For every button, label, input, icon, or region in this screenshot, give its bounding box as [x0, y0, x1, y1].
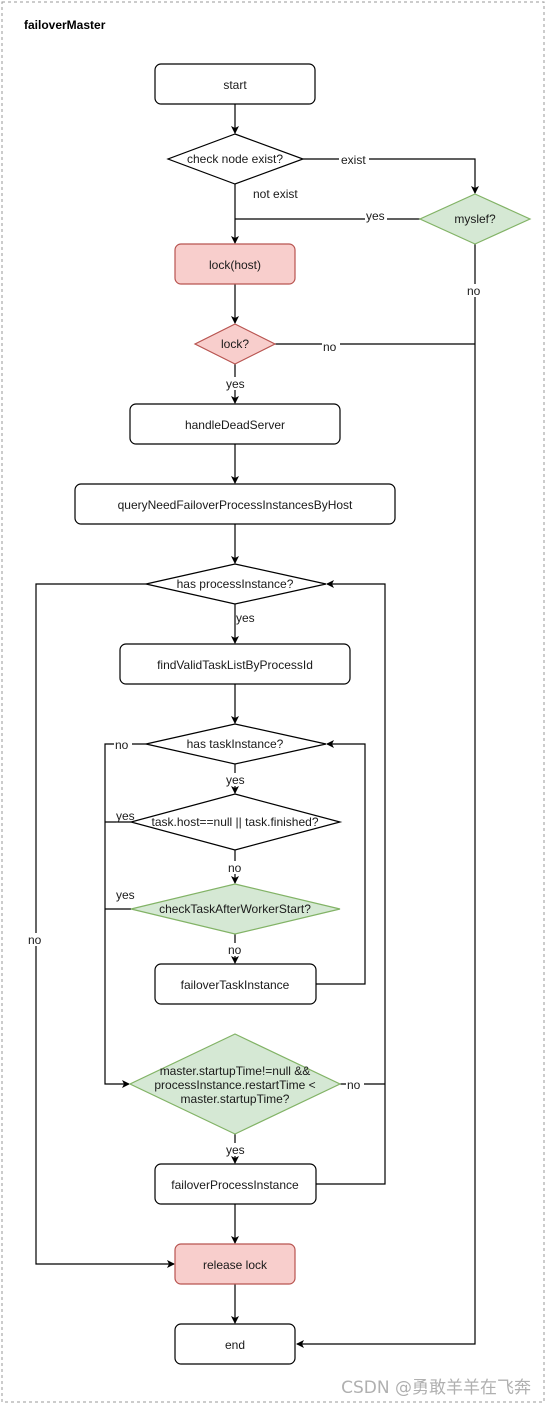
- edge-label-myself-yes: yes: [366, 209, 385, 223]
- node-start-label: start: [223, 78, 247, 92]
- edge-label-lock-no: no: [323, 340, 337, 354]
- node-check-task-after-worker-start[interactable]: checkTaskAfterWorkerStart?: [130, 883, 341, 935]
- edge-task-no: [104, 743, 146, 1088]
- edge-label-host-yes: yes: [116, 809, 135, 823]
- node-master-startup-line3: master.startupTime?: [181, 1092, 290, 1106]
- edge-label-master-yes: yes: [226, 1143, 245, 1157]
- edge-label-not-exist: not exist: [253, 187, 298, 201]
- node-has-process-instance-label: has processInstance?: [177, 577, 294, 591]
- edge-label-task-yes: yes: [226, 773, 245, 787]
- node-failover-process-instance-label: failoverProcessInstance: [171, 1178, 299, 1192]
- node-handle-dead-server[interactable]: handleDeadServer: [129, 403, 341, 445]
- edge-label-master-no: no: [347, 1078, 361, 1092]
- node-start[interactable]: start: [154, 63, 316, 105]
- node-release-lock-label: release lock: [203, 1258, 268, 1272]
- node-myself[interactable]: myslef?: [418, 193, 532, 245]
- node-failover-task-instance[interactable]: failoverTaskInstance: [154, 963, 317, 1005]
- node-lock-host-label: lock(host): [209, 258, 261, 272]
- edges: [35, 104, 479, 1348]
- node-release-lock[interactable]: release lock: [174, 1243, 296, 1285]
- edge-label-exist: exist: [341, 153, 366, 167]
- node-find-valid-task-list-label: findValidTaskListByProcessId: [157, 658, 313, 672]
- diagram-title: failoverMaster: [24, 18, 106, 32]
- node-query-need-failover-label: queryNeedFailoverProcessInstancesByHost: [118, 498, 353, 512]
- edge-task-loop: [316, 740, 366, 985]
- edge-label-lock-yes: yes: [226, 377, 245, 391]
- edge-label-process-yes: yes: [236, 611, 255, 625]
- edge-label-check-no: no: [228, 943, 242, 957]
- edge-label-myself-no: no: [467, 284, 481, 298]
- edge-label-host-no: no: [228, 861, 242, 875]
- node-lock-decision[interactable]: lock?: [193, 323, 277, 365]
- node-check-task-after-worker-start-label: checkTaskAfterWorkerStart?: [159, 902, 311, 916]
- node-end[interactable]: end: [174, 1323, 296, 1365]
- node-lock-host[interactable]: lock(host): [174, 243, 296, 285]
- node-has-task-instance-label: has taskInstance?: [187, 737, 284, 751]
- node-has-task-instance[interactable]: has taskInstance?: [145, 723, 327, 765]
- node-master-startup-check[interactable]: master.startupTime!=null && processInsta…: [128, 1033, 342, 1135]
- node-handle-dead-server-label: handleDeadServer: [185, 418, 285, 432]
- node-end-label: end: [225, 1338, 245, 1352]
- node-failover-process-instance[interactable]: failoverProcessInstance: [154, 1163, 317, 1205]
- edge-label-process-no: no: [28, 933, 42, 947]
- node-lock-decision-label: lock?: [221, 337, 249, 351]
- node-query-need-failover[interactable]: queryNeedFailoverProcessInstancesByHost: [74, 483, 396, 525]
- node-has-process-instance[interactable]: has processInstance?: [145, 563, 327, 605]
- node-failover-task-instance-label: failoverTaskInstance: [181, 978, 290, 992]
- node-task-host-check[interactable]: task.host==null || task.finished?: [128, 793, 343, 851]
- node-find-valid-task-list[interactable]: findValidTaskListByProcessId: [119, 643, 351, 685]
- node-master-startup-line2: processInstance.restartTime <: [154, 1078, 315, 1092]
- node-myself-label: myslef?: [454, 212, 496, 226]
- edge-label-task-no: no: [115, 738, 129, 752]
- node-check-node-exist[interactable]: check node exist?: [166, 133, 305, 185]
- node-master-startup-line1: master.startupTime!=null &&: [160, 1064, 311, 1078]
- edge-exist: [303, 158, 479, 194]
- flowchart: failoverMaster exist not exist yes no no…: [1, 1, 545, 1403]
- edge-label-check-yes: yes: [116, 888, 135, 902]
- watermark: CSDN @勇敢羊羊在飞奔: [341, 1378, 531, 1398]
- node-check-node-exist-label: check node exist?: [187, 152, 283, 166]
- node-task-host-check-label: task.host==null || task.finished?: [152, 815, 319, 829]
